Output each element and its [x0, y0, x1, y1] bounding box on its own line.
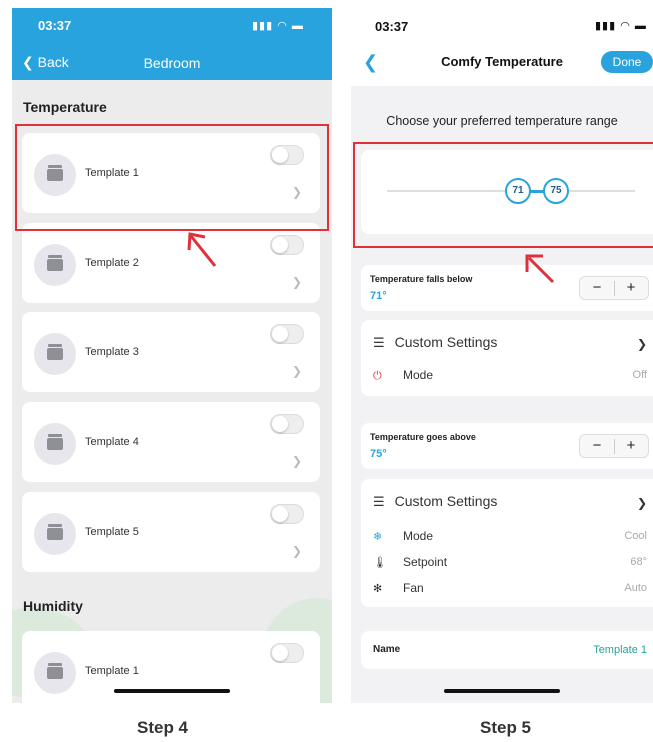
chevron-right-icon: ❯	[636, 496, 647, 510]
highlight-box	[353, 142, 653, 248]
below-settings-card: ☰ Custom Settings ❯ ⏻ Mode Off	[361, 320, 653, 396]
decrement-button[interactable]: −	[580, 278, 614, 298]
template-label: Template 2	[85, 257, 139, 269]
arrow-icon	[187, 232, 217, 267]
battery-icon: ▬	[291, 20, 304, 32]
chevron-right-icon: ❯	[636, 337, 647, 351]
template-label: Template 3	[85, 346, 139, 358]
humidifier-icon	[34, 652, 76, 694]
status-time: 03:37	[375, 19, 409, 34]
template-toggle[interactable]	[270, 324, 304, 344]
wifi-icon: ◠	[620, 20, 631, 32]
section-humidity: Humidity	[23, 598, 83, 614]
mode-row[interactable]: ❄ Mode Cool	[373, 529, 649, 549]
home-indicator	[114, 689, 230, 693]
template-card[interactable]: Template 4 ❯	[22, 402, 320, 482]
above-stepper: − +	[579, 434, 649, 458]
mode-value: Cool	[624, 530, 647, 542]
mode-value: Off	[632, 369, 647, 381]
chevron-right-icon: ❯	[291, 275, 302, 289]
section-temperature: Temperature	[23, 99, 107, 115]
status-icons: ▮▮▮ ◠ ▬	[252, 19, 304, 32]
heater-icon	[34, 244, 76, 286]
status-time: 03:37	[38, 18, 72, 33]
template-label: Template 4	[85, 436, 139, 448]
below-value: 71°	[370, 290, 387, 302]
range-instruction: Choose your preferred temperature range	[386, 114, 618, 128]
heater-icon	[34, 333, 76, 375]
above-threshold-card: Temperature goes above 75° − +	[361, 423, 653, 469]
home-indicator	[444, 689, 560, 693]
name-card[interactable]: Name Template 1	[361, 631, 653, 669]
template-card[interactable]: Template 2 ❯	[22, 223, 320, 303]
chevron-right-icon: ❯	[291, 544, 302, 558]
chevron-right-icon: ❯	[291, 454, 302, 468]
status-icons: ▮▮▮ ◠ ▬	[595, 19, 647, 32]
template-toggle[interactable]	[270, 504, 304, 524]
fan-icon: ✻	[373, 583, 383, 595]
signal-icon: ▮▮▮	[595, 20, 617, 32]
step4-screen: 03:37 ▮▮▮ ◠ ▬ ❮ Back Bedroom Temperature…	[12, 8, 332, 703]
highlight-box	[15, 124, 329, 231]
template-label: Template 1	[85, 665, 139, 677]
battery-icon: ▬	[634, 20, 647, 32]
fan-value: Auto	[624, 582, 647, 594]
below-stepper: − +	[579, 276, 649, 300]
name-value: Template 1	[593, 644, 647, 656]
arrow-icon	[525, 254, 555, 284]
step5-header: 03:37 ▮▮▮ ◠ ▬ ❮ Comfy Temperature Done	[351, 8, 653, 86]
signal-icon: ▮▮▮	[252, 20, 274, 32]
custom-settings-row[interactable]: ☰ Custom Settings	[373, 493, 497, 510]
setpoint-row[interactable]: 🌡 Setpoint 68°	[373, 555, 649, 575]
sliders-icon: ☰	[373, 494, 385, 509]
step5-screen: 03:37 ▮▮▮ ◠ ▬ ❮ Comfy Temperature Done C…	[351, 8, 653, 703]
setpoint-value: 68°	[630, 556, 647, 568]
fan-row[interactable]: ✻ Fan Auto	[373, 581, 649, 601]
heater-icon	[34, 423, 76, 465]
power-icon: ⏻	[373, 370, 382, 382]
name-label: Name	[373, 644, 401, 655]
done-button[interactable]: Done	[601, 51, 653, 73]
template-card[interactable]: Template 5 ❯	[22, 492, 320, 572]
mode-row[interactable]: ⏻ Mode Off	[373, 368, 649, 388]
increment-button[interactable]: +	[614, 436, 648, 456]
decrement-button[interactable]: −	[580, 436, 614, 456]
page-title: Bedroom	[143, 55, 201, 71]
thermometer-icon: 🌡	[373, 557, 387, 569]
custom-settings-row[interactable]: ☰ Custom Settings	[373, 334, 497, 351]
below-threshold-card: Temperature falls below 71° − +	[361, 265, 653, 311]
template-toggle[interactable]	[270, 643, 304, 663]
template-label: Template 5	[85, 526, 139, 538]
step4-caption: Step 4	[137, 718, 189, 737]
increment-button[interactable]: +	[614, 278, 648, 298]
step5-caption: Step 5	[480, 718, 532, 737]
template-toggle[interactable]	[270, 414, 304, 434]
heater-icon	[34, 513, 76, 555]
template-card[interactable]: Template 3 ❯	[22, 312, 320, 392]
template-toggle[interactable]	[270, 235, 304, 255]
wifi-icon: ◠	[277, 20, 288, 32]
sliders-icon: ☰	[373, 335, 385, 350]
step4-header: 03:37 ▮▮▮ ◠ ▬ ❮ Back Bedroom	[12, 8, 332, 80]
chevron-right-icon: ❯	[291, 364, 302, 378]
above-title: Temperature goes above	[370, 432, 476, 442]
above-settings-card: ☰ Custom Settings ❯ ❄ Mode Cool 🌡 Setpoint …	[361, 479, 653, 607]
above-value: 75°	[370, 448, 387, 460]
snowflake-icon: ❄	[373, 531, 383, 543]
below-title: Temperature falls below	[370, 274, 473, 284]
